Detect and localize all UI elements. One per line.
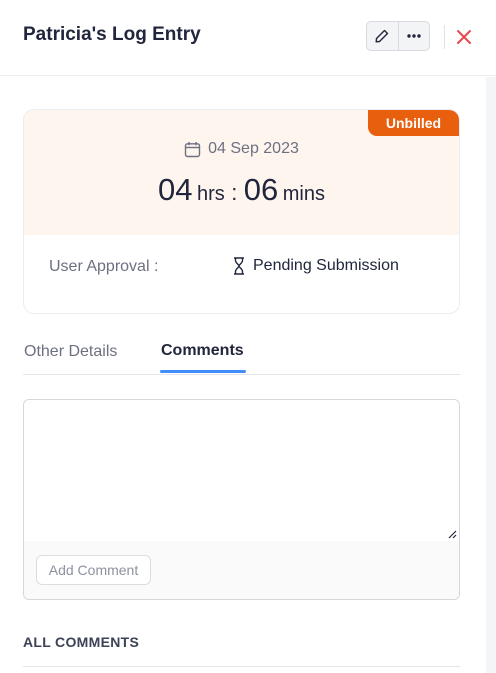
more-options-button[interactable] <box>397 22 430 50</box>
hours-value: 04 <box>158 172 193 207</box>
page-title: Patricia's Log Entry <box>23 24 201 45</box>
more-horizontal-icon <box>407 34 421 38</box>
hourglass-icon <box>234 257 244 275</box>
hours-unit: hrs <box>196 183 225 205</box>
entry-date-text: 04 Sep 2023 <box>208 140 299 157</box>
tab-other-details[interactable]: Other Details <box>24 343 117 361</box>
edit-button[interactable] <box>367 22 398 50</box>
minutes-unit: mins <box>282 183 325 205</box>
panel-header: Patricia's Log Entry <box>0 0 496 76</box>
active-tab-indicator <box>160 370 246 373</box>
log-entry-card: Unbilled 04 Sep 2023 04 hrs : 06 mins Us… <box>23 109 460 314</box>
header-divider <box>444 25 445 49</box>
status-badge: Unbilled <box>368 110 459 136</box>
add-comment-button[interactable]: Add Comment <box>36 555 151 585</box>
pencil-icon <box>375 29 389 43</box>
approval-status: Pending Submission <box>233 257 399 275</box>
approval-label: User Approval : <box>49 258 159 275</box>
entry-date: 04 Sep 2023 <box>24 140 459 158</box>
minutes-value: 06 <box>243 172 279 207</box>
scrollbar[interactable] <box>486 77 496 673</box>
all-comments-heading: ALL COMMENTS <box>23 634 140 650</box>
close-icon[interactable] <box>455 28 473 46</box>
resize-handle-icon[interactable] <box>447 529 457 539</box>
tab-comments[interactable]: Comments <box>161 342 244 360</box>
comment-footer: Add Comment <box>24 541 459 599</box>
time-separator: : <box>231 180 238 205</box>
comment-input[interactable] <box>24 400 459 541</box>
detail-tabs: Other Details Comments <box>23 340 460 375</box>
time-summary: Unbilled 04 Sep 2023 04 hrs : 06 mins <box>24 110 459 235</box>
section-divider <box>23 666 460 667</box>
comment-editor: Add Comment <box>23 399 460 600</box>
calendar-icon <box>184 141 201 157</box>
logged-duration: 04 hrs : 06 mins <box>24 172 459 208</box>
approval-status-text: Pending Submission <box>253 257 399 274</box>
header-actions <box>366 21 430 51</box>
